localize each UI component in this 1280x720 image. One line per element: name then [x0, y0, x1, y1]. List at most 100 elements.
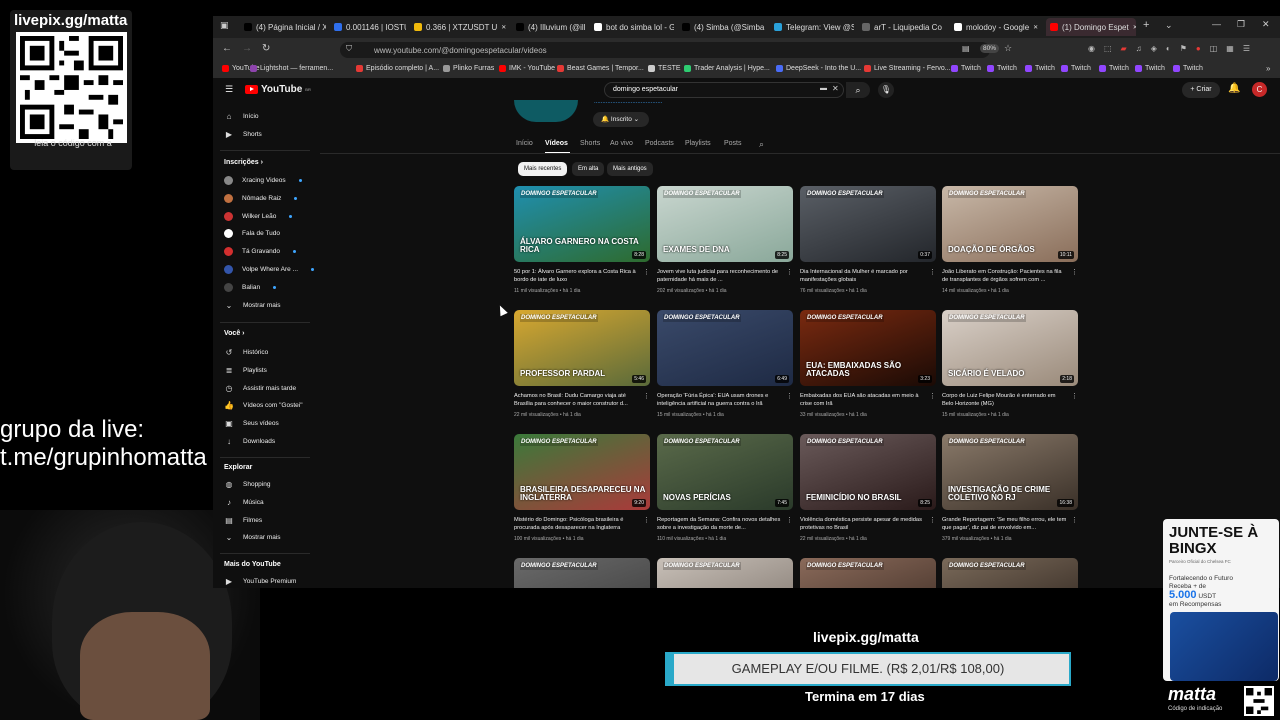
- bookmark-item[interactable]: Twitch: [1173, 65, 1203, 72]
- video-card[interactable]: DOMINGO ESPETACULAR: [800, 558, 936, 588]
- sort-chip[interactable]: Mais recentes: [518, 162, 568, 176]
- tab-close-icon[interactable]: ✕: [1133, 24, 1136, 31]
- voice-search-button[interactable]: 🎙: [878, 82, 894, 98]
- sidebar-item[interactable]: ◷ Assistir mais tarde: [224, 384, 297, 393]
- video-card[interactable]: DOMINGO ESPETACULAR: [942, 558, 1078, 588]
- video-thumbnail[interactable]: DOMINGO ESPETACULAR: [657, 558, 793, 588]
- hamburger-menu-icon[interactable]: ☰: [225, 84, 233, 95]
- account-avatar[interactable]: C: [1252, 82, 1267, 97]
- channel-tab[interactable]: Podcasts: [645, 140, 674, 147]
- more-options-icon[interactable]: ⋮: [786, 268, 793, 276]
- browser-tab[interactable]: (4) Simba (@Simba✕: [682, 18, 766, 36]
- search-button[interactable]: ⌕: [846, 82, 870, 98]
- site-info-icon[interactable]: ⛉: [346, 44, 352, 54]
- sidebar-item[interactable]: Wilker Leão: [224, 211, 293, 221]
- bookmark-item[interactable]: TESTE: [648, 65, 681, 72]
- video-thumbnail[interactable]: DOMINGO ESPETACULAR EXAMES DE DNA 8:25: [657, 186, 793, 262]
- browser-tab[interactable]: molodoy - Google ✕: [954, 18, 1038, 36]
- sidebar-item[interactable]: ⌄ Mostrar mais: [224, 533, 281, 542]
- video-card[interactable]: DOMINGO ESPETACULAR EXAMES DE DNA 8:25 Jove…: [657, 186, 793, 296]
- video-card[interactable]: DOMINGO ESPETACULAR EUA: EMBAIXADAS SÃO A…: [800, 310, 936, 420]
- video-thumbnail[interactable]: DOMINGO ESPETACULAR: [942, 558, 1078, 588]
- more-options-icon[interactable]: ⋮: [929, 392, 936, 400]
- browser-tab[interactable]: (4) Illuvium (@illuvi✕: [516, 18, 586, 36]
- more-options-icon[interactable]: ⋮: [1071, 268, 1078, 276]
- bookmark-item[interactable]: Plinko Furras: [443, 65, 494, 72]
- video-thumbnail[interactable]: DOMINGO ESPETACULAR 0:37: [800, 186, 936, 262]
- more-options-icon[interactable]: ⋮: [786, 516, 793, 524]
- channel-tab[interactable]: Ao vivo: [610, 140, 633, 147]
- video-card[interactable]: DOMINGO ESPETACULAR PROFESSOR PARDAL 5:46 A…: [514, 310, 650, 420]
- channel-tab[interactable]: Posts: [724, 140, 742, 147]
- more-bookmarks-icon[interactable]: »: [1266, 64, 1270, 73]
- video-thumbnail[interactable]: DOMINGO ESPETACULAR BRASILEIRA DESAPARECE…: [514, 434, 650, 510]
- clear-search-icon[interactable]: ✕: [832, 84, 839, 93]
- channel-tab[interactable]: Início: [516, 140, 533, 147]
- video-card[interactable]: DOMINGO ESPETACULAR 6:49 Operação 'Fúria É…: [657, 310, 793, 420]
- bookmark-item[interactable]: Twitch: [951, 65, 981, 72]
- video-title[interactable]: 50 por 1: Álvaro Garnero explora a Costa…: [514, 268, 640, 284]
- sidebar-item[interactable]: Xracing Videos: [224, 176, 302, 185]
- sidebar-item[interactable]: Fala de Tudo: [224, 229, 280, 239]
- video-title[interactable]: Achamos no Brasil: Dudu Camargo viaja at…: [514, 392, 640, 408]
- tab-list-chevron-icon[interactable]: ⌄: [1165, 20, 1173, 31]
- more-options-icon[interactable]: ⋮: [1071, 516, 1078, 524]
- video-thumbnail[interactable]: DOMINGO ESPETACULAR PROFESSOR PARDAL 5:46: [514, 310, 650, 386]
- bookmark-item[interactable]: Twitch: [1135, 65, 1165, 72]
- video-card[interactable]: DOMINGO ESPETACULAR 0:37 Dia Internacional…: [800, 186, 936, 296]
- bookmark-item[interactable]: Beast Games | Tempor...: [557, 65, 644, 72]
- browser-tab[interactable]: (1) Domingo Espet ✕: [1046, 18, 1136, 36]
- channel-tab[interactable]: Playlists: [685, 140, 711, 147]
- extension-icon[interactable]: ◫: [1210, 44, 1218, 56]
- more-options-icon[interactable]: ⋮: [1071, 392, 1078, 400]
- bookmark-item[interactable]: Twitch: [1099, 65, 1129, 72]
- video-thumbnail[interactable]: DOMINGO ESPETACULAR EUA: EMBAIXADAS SÃO A…: [800, 310, 936, 386]
- new-tab-icon[interactable]: +: [1143, 19, 1149, 31]
- video-card[interactable]: DOMINGO ESPETACULAR ÁLVARO GARNERO NA COS…: [514, 186, 650, 296]
- channel-tab[interactable]: Shorts: [580, 140, 600, 147]
- sidebar-item[interactable]: Nômade Raiz: [224, 193, 298, 203]
- video-thumbnail[interactable]: DOMINGO ESPETACULAR ÁLVARO GARNERO NA COS…: [514, 186, 650, 262]
- tab-close-icon[interactable]: ✕: [501, 24, 506, 31]
- reader-mode-icon[interactable]: ▤: [962, 44, 970, 53]
- extension-icon[interactable]: ▰: [1121, 44, 1127, 56]
- more-options-icon[interactable]: ⋮: [643, 392, 650, 400]
- sidebar-item[interactable]: ≣ Playlists: [224, 366, 267, 375]
- address-bar[interactable]: www.youtube.com/@domingoespetacular/vide…: [340, 42, 990, 58]
- video-card[interactable]: DOMINGO ESPETACULAR SICÁRIO É VELADO 2:18 C…: [942, 310, 1078, 420]
- bookmark-item[interactable]: Episódio completo | A...: [356, 65, 439, 72]
- minimize-icon[interactable]: —: [1212, 19, 1221, 29]
- video-card[interactable]: DOMINGO ESPETACULAR BRASILEIRA DESAPARECE…: [514, 434, 650, 544]
- browser-tab[interactable]: 0.366 | XTZUSDT U ✕: [414, 18, 506, 36]
- sidebar-item[interactable]: ⌄ Mostrar mais: [224, 301, 281, 310]
- more-options-icon[interactable]: ⋮: [929, 516, 936, 524]
- sidebar-item[interactable]: ▤ Filmes: [224, 516, 262, 525]
- sidebar-item[interactable]: ▶ Shorts: [224, 130, 262, 139]
- video-thumbnail[interactable]: DOMINGO ESPETACULAR NOVAS PERÍCIAS 7:45: [657, 434, 793, 510]
- browser-tab[interactable]: arT - Liquipedia Co✕: [862, 18, 946, 36]
- notifications-bell-icon[interactable]: 🔔: [1228, 83, 1240, 94]
- bookmark-item[interactable]: Live Streaming - Fervo...: [864, 65, 951, 72]
- sidebar-section-heading[interactable]: Explorar: [224, 464, 252, 471]
- sidebar-item[interactable]: Balian: [224, 282, 277, 292]
- video-thumbnail[interactable]: DOMINGO ESPETACULAR SICÁRIO É VELADO 2:18: [942, 310, 1078, 386]
- video-card[interactable]: DOMINGO ESPETACULAR FEMINICÍDIO NO BRASIL…: [800, 434, 936, 544]
- sidebar-item[interactable]: 👍 Vídeos com "Gostei": [224, 401, 303, 410]
- extension-icon[interactable]: ▦: [1226, 44, 1234, 56]
- extension-icon[interactable]: ◉: [1088, 44, 1095, 56]
- reload-icon[interactable]: ↻: [262, 43, 270, 54]
- maximize-icon[interactable]: ❐: [1237, 19, 1245, 30]
- sidebar-item[interactable]: ◍ Shopping: [224, 480, 271, 489]
- close-window-icon[interactable]: ✕: [1262, 19, 1270, 30]
- sidebar-item[interactable]: ⌂ Início: [224, 112, 259, 121]
- more-options-icon[interactable]: ⋮: [786, 392, 793, 400]
- video-title[interactable]: Embaixadas dos EUA são atacadas em meio …: [800, 392, 926, 408]
- sidebar-item[interactable]: ♪ Música: [224, 498, 264, 507]
- video-card[interactable]: DOMINGO ESPETACULAR: [514, 558, 650, 588]
- sidebar-section-heading[interactable]: Inscrições ›: [224, 159, 263, 166]
- sort-chip[interactable]: Em alta: [572, 162, 605, 176]
- tab-close-icon[interactable]: ✕: [1033, 24, 1038, 31]
- sidebar-item[interactable]: ↓ Downloads: [224, 437, 275, 446]
- video-card[interactable]: DOMINGO ESPETACULAR NOVAS PERÍCIAS 7:45 Rep…: [657, 434, 793, 544]
- extension-icon[interactable]: ⚑: [1180, 44, 1187, 56]
